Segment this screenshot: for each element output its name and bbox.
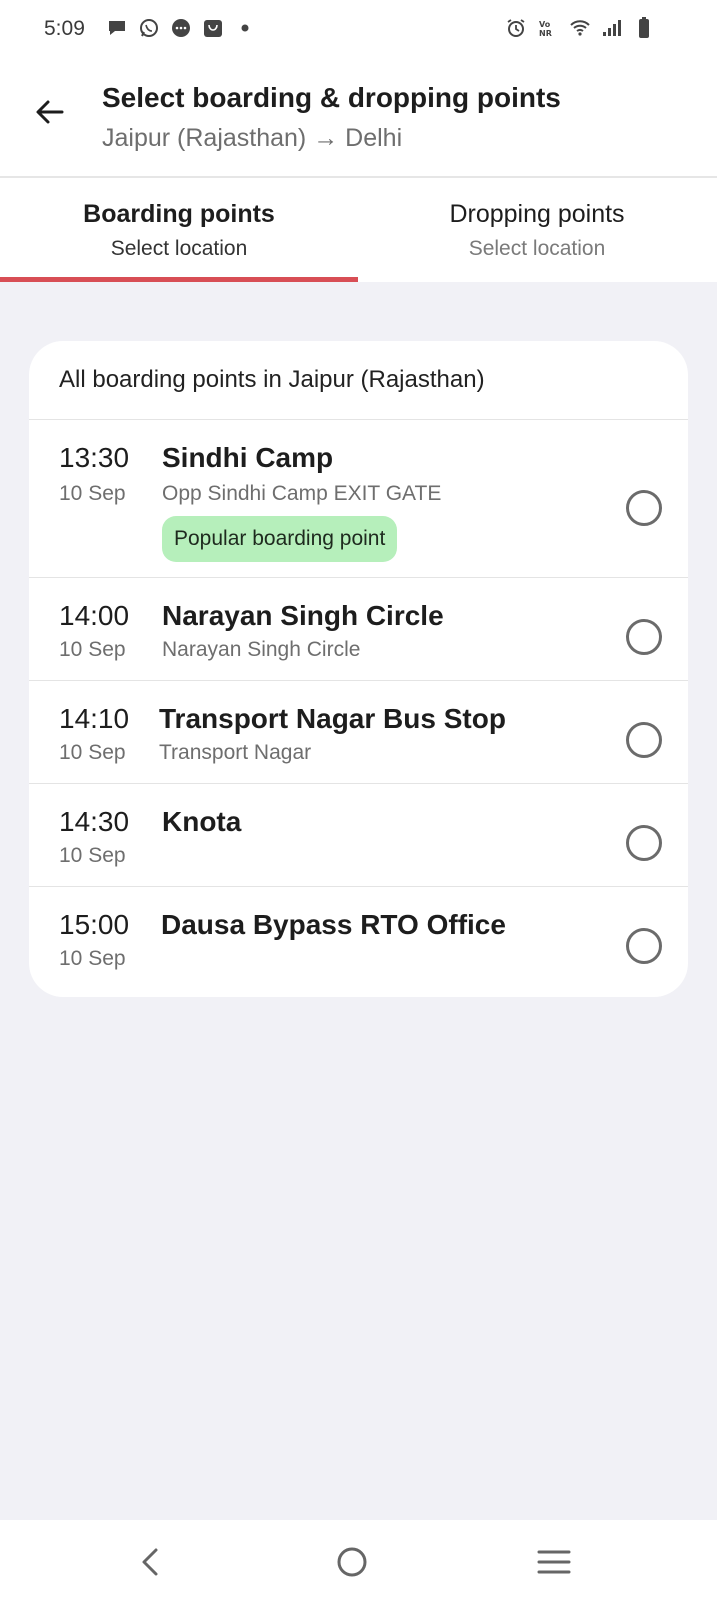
nav-recents-button[interactable] bbox=[532, 1540, 576, 1584]
status-time: 5:09 bbox=[44, 17, 85, 40]
boarding-point-name: Transport Nagar Bus Stop bbox=[159, 703, 506, 734]
tab-boarding-points[interactable]: Boarding points Select location bbox=[0, 178, 358, 282]
volte-icon: VoNR bbox=[539, 20, 552, 38]
boarding-point-name: Dausa Bypass RTO Office bbox=[161, 909, 506, 940]
shopping-bag-icon bbox=[204, 20, 222, 37]
select-radio[interactable] bbox=[626, 619, 662, 655]
back-nav-icon bbox=[142, 1548, 158, 1576]
tab-title: Dropping points bbox=[449, 200, 625, 228]
messages-icon bbox=[172, 19, 190, 37]
boarding-time: 15:00 bbox=[59, 909, 130, 940]
system-nav-bar bbox=[0, 1520, 717, 1600]
boarding-point-row[interactable]: 15:00 10 Sep Dausa Bypass RTO Office bbox=[29, 887, 688, 997]
boarding-point-row[interactable]: 14:00 10 Sep Narayan Singh Circle Naraya… bbox=[29, 578, 688, 681]
boarding-date: 10 Sep bbox=[59, 741, 126, 764]
boarding-date: 10 Sep bbox=[59, 947, 126, 970]
tab-subtitle: Select location bbox=[110, 237, 248, 260]
app-header: Select boarding & dropping points Jaipur… bbox=[0, 60, 717, 178]
boarding-time: 13:30 bbox=[59, 442, 130, 473]
boarding-time: 14:10 bbox=[59, 703, 130, 734]
tabs-bar: Boarding points Select location Dropping… bbox=[0, 178, 717, 282]
boarding-point-name: Narayan Singh Circle bbox=[162, 600, 444, 631]
status-bar: 5:09 Vo NR bbox=[0, 0, 717, 60]
whatsapp-icon bbox=[140, 19, 158, 37]
boarding-point-row[interactable]: 14:30 10 Sep Knota bbox=[29, 784, 688, 887]
select-radio[interactable] bbox=[626, 928, 662, 964]
boarding-point-name: Sindhi Camp bbox=[162, 442, 334, 473]
tab-subtitle: Select location bbox=[468, 237, 606, 260]
boarding-point-name: Knota bbox=[162, 806, 242, 837]
boarding-time: 14:30 bbox=[59, 806, 130, 837]
select-radio[interactable] bbox=[626, 722, 662, 758]
popular-badge: Popular boarding point bbox=[162, 516, 398, 562]
boarding-date: 10 Sep bbox=[59, 844, 126, 867]
active-tab-indicator bbox=[0, 277, 358, 282]
select-radio[interactable] bbox=[626, 825, 662, 861]
boarding-date: 10 Sep bbox=[59, 482, 126, 505]
select-radio[interactable] bbox=[626, 490, 662, 526]
page-title: Select boarding & dropping points bbox=[102, 82, 561, 113]
signal-icon bbox=[603, 20, 621, 36]
boarding-time: 14:00 bbox=[59, 600, 130, 631]
boarding-date: 10 Sep bbox=[59, 638, 126, 661]
boarding-point-address: Narayan Singh Circle bbox=[162, 638, 361, 661]
recents-nav-icon bbox=[537, 1550, 571, 1574]
boarding-point-row[interactable]: 14:10 10 Sep Transport Nagar Bus Stop Tr… bbox=[29, 681, 688, 784]
boarding-points-card: All boarding points in Jaipur (Rajasthan… bbox=[29, 341, 688, 997]
boarding-point-address: Opp Sindhi Camp EXIT GATE bbox=[162, 482, 442, 505]
tab-title: Boarding points bbox=[83, 200, 275, 228]
route-subtitle: Jaipur (Rajasthan) → Delhi bbox=[102, 124, 403, 152]
back-button[interactable] bbox=[30, 92, 70, 132]
dot-icon bbox=[241, 24, 249, 32]
system-icons: Vo NR bbox=[505, 17, 655, 39]
alarm-icon bbox=[507, 19, 525, 37]
battery-icon bbox=[639, 17, 649, 38]
boarding-point-row[interactable]: 13:30 10 Sep Sindhi Camp Opp Sindhi Camp… bbox=[29, 420, 688, 578]
tab-dropping-points[interactable]: Dropping points Select location bbox=[358, 178, 716, 282]
chat-bubble-icon bbox=[109, 21, 125, 35]
arrow-left-icon bbox=[36, 100, 64, 124]
svg-text:NR: NR bbox=[539, 29, 552, 38]
svg-text:Vo: Vo bbox=[539, 20, 551, 29]
nav-home-button[interactable] bbox=[330, 1540, 374, 1584]
home-nav-icon bbox=[337, 1547, 367, 1577]
boarding-point-address: Transport Nagar bbox=[159, 741, 312, 764]
notification-icons bbox=[106, 17, 256, 39]
wifi-icon bbox=[570, 20, 590, 36]
nav-back-button[interactable] bbox=[128, 1540, 172, 1584]
card-header: All boarding points in Jaipur (Rajasthan… bbox=[29, 341, 688, 420]
